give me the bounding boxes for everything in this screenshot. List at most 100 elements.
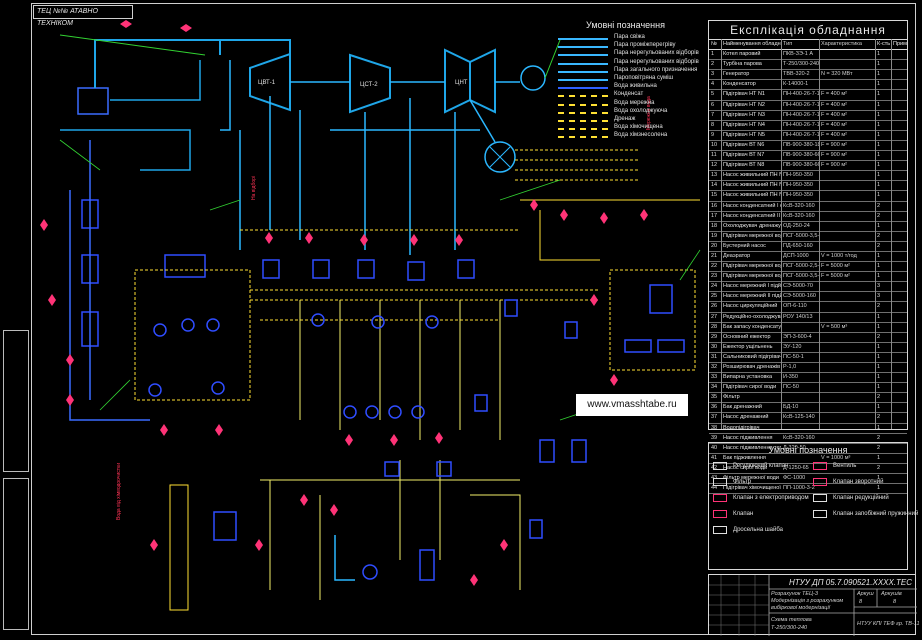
feed-pump-2: [181, 318, 195, 332]
line-swatch: [558, 38, 608, 40]
table-cell: 23: [711, 273, 718, 280]
table-cell: 1: [877, 353, 881, 360]
lp-heater-4: [312, 259, 330, 279]
table-cell: КсВ-320-160: [783, 212, 815, 219]
table-cell: 19: [711, 232, 718, 239]
table-cell: 15: [711, 192, 718, 199]
table-cell: Фільтр: [723, 394, 740, 401]
table-cell: ТВВ-320-2: [783, 71, 810, 78]
valve-symbol-icon: [813, 494, 827, 502]
table-cell: 4: [711, 81, 715, 88]
line-legend-item: Вода охолоджуюча: [548, 108, 708, 116]
table-cell: Насос дренажний: [723, 414, 769, 421]
table-cell: 21: [711, 252, 718, 259]
feed-pump-1: [153, 323, 167, 337]
table-cell: 1: [877, 384, 881, 391]
equipment-table-title: Експлікація обладнання: [709, 21, 907, 40]
turbine-ip-label: ЦСТ-2: [360, 82, 378, 88]
table-row: 18 Охолоджувач дренажу ОД-250-24 1: [709, 222, 907, 232]
line-swatch: [558, 54, 608, 57]
line-legend-label: Дренаж: [614, 116, 636, 122]
line-swatch: [558, 70, 608, 73]
symbol-legend-label: Клапан редукційний: [833, 495, 889, 501]
table-cell: 1: [877, 424, 881, 431]
line-legend-label: Пара загального призначення: [614, 66, 698, 73]
table-cell: 26: [711, 303, 718, 310]
symbol-legend-label: Клапан з електроприводом: [733, 495, 809, 501]
table-cell: Охолоджувач дренажу: [723, 222, 781, 229]
table-cell: 14: [711, 182, 718, 189]
table-cell: 31: [711, 353, 718, 360]
table-cell: 1: [877, 131, 881, 138]
table-cell: 13: [711, 172, 718, 179]
table-cell: Підігрівач мережної води I: [723, 263, 781, 270]
table-cell: ПСГ-5000-3,5-8: [783, 273, 819, 280]
symbol-legend-item: Вентиль: [809, 459, 907, 473]
table-cell: 24: [711, 283, 718, 290]
line-legend-label: Пара нерегульованих відборів: [614, 58, 699, 65]
line-legend-item: Вода мережна: [548, 100, 708, 108]
line-swatch: [558, 111, 608, 114]
table-cell: ПН-400-26-7-1: [783, 111, 819, 118]
table-cell: 1: [877, 182, 881, 189]
lp-heater-2: [407, 261, 425, 281]
table-cell: Випарна установка: [723, 374, 773, 381]
table-cell: Підігрівач НТ N3: [723, 111, 765, 118]
table-cell: F = 900 м²: [821, 162, 847, 169]
table-cell: Насос мережний I підйому: [723, 283, 781, 290]
table-row: 4 Конденсатор К-14000-1 1: [709, 80, 907, 91]
line-legend-item: Пара свіжа: [548, 34, 708, 42]
symbol-legend: Умовні позначення Регулюючий клапан Венти…: [708, 442, 918, 570]
symbol-legend-label: Дросельна шайба: [733, 527, 783, 533]
table-cell: 25: [711, 293, 718, 300]
equipment-table: Експлікація обладнання № Найменування об…: [708, 20, 908, 495]
table-cell: N = 320 МВт: [821, 71, 853, 78]
table-cell: Сальниковий підігрівач: [723, 353, 781, 360]
line-legend-label: Пара проміжперегріву: [614, 42, 676, 49]
table-cell: 6: [711, 101, 715, 108]
line-swatch: [558, 120, 608, 122]
line-legend-label: Вода хімзнесолена: [614, 132, 668, 139]
table-row: 15 Насос живильний ПН N4 ПН-950-350 1: [709, 191, 907, 202]
symbol-legend-item: Клапан з електроприводом: [709, 491, 809, 505]
symbol-legend-item: Дросельна шайба: [709, 523, 807, 537]
table-cell: ПН-400-26-7-1: [783, 91, 819, 98]
table-cell: ПН-950-350: [783, 172, 813, 179]
drawing-sheet: ТЕЦ №№ АТАВНО ТЕХНІКОМ ЦВТ-1 ЦСТ-2 ЦНТ М…: [0, 0, 922, 640]
table-row: 34 Підігрівач сирої води ПС-50 1: [709, 383, 907, 394]
valve-symbol-icon: [713, 478, 727, 486]
table-row: 12 Підігрівач ВТ N8 ПВ-900-380-66 F = 900 м…: [709, 161, 907, 172]
table-cell: 1: [877, 364, 881, 370]
table-row: 11 Підігрівач ВТ N7 ПВ-900-380-66 F = 900 м…: [709, 151, 907, 162]
table-row: 23 Підігрівач мережної води IIПСГ-5000-3,…: [709, 272, 907, 283]
table-cell: Основний ежектор: [723, 333, 771, 340]
table-cell: К-14000-1: [783, 81, 809, 88]
table-cell: F = 5000 м²: [821, 263, 851, 270]
table-cell: 1: [877, 313, 881, 320]
line-legend-item: Вода живильна: [548, 83, 708, 91]
table-row: 26 Насос циркуляційний ОП-6-110 2: [709, 302, 907, 313]
table-cell: 35: [711, 394, 718, 401]
table-cell: 1: [877, 121, 881, 128]
table-cell: 36: [711, 404, 718, 411]
table-cell: 2: [877, 333, 881, 340]
table-cell: 1: [877, 222, 881, 229]
line-swatch: [558, 62, 608, 65]
line-swatch: [558, 87, 608, 90]
table-row: 13 Насос живильний ПН N1 ПН-950-350 1: [709, 171, 907, 182]
table-cell: 28: [711, 323, 718, 330]
table-cell: 17: [711, 212, 718, 219]
table-cell: 1: [877, 51, 881, 58]
table-cell: 1: [877, 252, 881, 259]
table-cell: ДСП-1000: [783, 252, 809, 259]
symbol-legend-item: Регулюючий клапан: [709, 459, 807, 473]
table-cell: КсВ-125-140: [783, 414, 815, 421]
table-cell: 2: [877, 232, 881, 239]
lp-heater-5: [262, 259, 280, 279]
lp-heater-1: [457, 259, 475, 279]
table-cell: 2: [711, 61, 715, 68]
line-legend-item: Вода хімзнесолена: [548, 132, 708, 140]
table-cell: 2: [877, 394, 881, 401]
table-cell: F = 400 м²: [821, 121, 847, 128]
table-row: 38 Водопідігрівач 1: [709, 424, 907, 434]
